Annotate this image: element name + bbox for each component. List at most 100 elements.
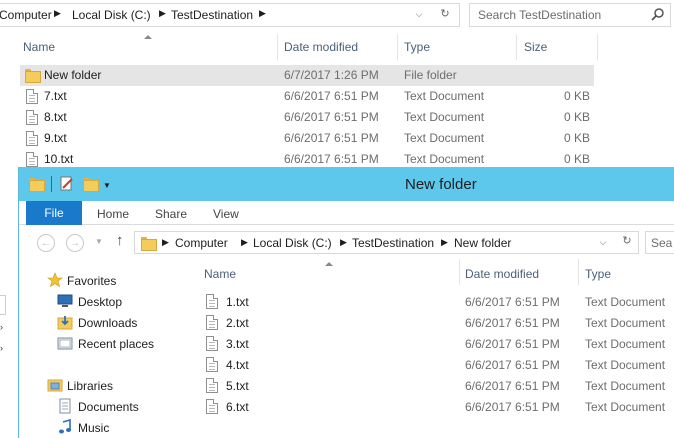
back-arrow-icon[interactable]: ← xyxy=(37,234,55,252)
file-date: 6/6/2017 6:51 PM xyxy=(465,379,560,393)
address-dropdown-icon[interactable]: ⌵ xyxy=(411,9,427,25)
toolbar-separator xyxy=(51,176,52,192)
column-divider[interactable] xyxy=(597,34,598,60)
front-row-4[interactable]: 4.txt 6/6/2017 6:51 PM Text Document xyxy=(201,355,674,376)
sort-ascending-icon xyxy=(325,262,333,266)
documents-icon xyxy=(59,398,71,414)
back-row-8[interactable]: 8.txt 6/6/2017 6:51 PM Text Document 0 K… xyxy=(20,107,594,128)
file-date: 6/6/2017 6:51 PM xyxy=(465,358,560,372)
breadcrumb-separator-icon[interactable]: ▶ xyxy=(241,237,248,248)
nav-music[interactable]: Music xyxy=(78,421,109,435)
new-folder-icon[interactable] xyxy=(83,178,99,192)
front-search-box[interactable]: Sea xyxy=(645,231,674,254)
breadcrumb-separator-icon[interactable]: ▶ xyxy=(259,8,266,19)
file-date: 6/6/2017 6:51 PM xyxy=(465,316,560,330)
back-column-size[interactable]: Size xyxy=(524,40,547,60)
front-row-1[interactable]: 1.txt 6/6/2017 6:51 PM Text Document xyxy=(201,292,674,313)
file-type: Text Document xyxy=(585,316,666,330)
front-column-type[interactable]: Type xyxy=(585,267,611,281)
up-arrow-icon[interactable]: ↑ xyxy=(116,232,124,249)
file-size: 0 KB xyxy=(563,131,590,145)
nav-desktop[interactable]: Desktop xyxy=(78,295,122,309)
column-divider[interactable] xyxy=(277,34,278,60)
file-name: 4.txt xyxy=(226,358,249,372)
breadcrumb-separator-icon[interactable]: ▶ xyxy=(159,8,166,19)
file-name: 6.txt xyxy=(226,400,249,414)
file-name: 3.txt xyxy=(226,337,249,351)
front-breadcrumb-computer[interactable]: Computer xyxy=(175,236,228,250)
nav-downloads[interactable]: Downloads xyxy=(78,316,137,330)
tab-file[interactable]: File xyxy=(26,201,82,225)
front-column-date-modified[interactable]: Date modified xyxy=(465,267,539,281)
front-row-6[interactable]: 6.txt 6/6/2017 6:51 PM Text Document xyxy=(201,397,674,418)
breadcrumb-separator-icon[interactable]: ▶ xyxy=(340,237,347,248)
front-column-name[interactable]: Name xyxy=(204,267,236,281)
refresh-icon[interactable]: ↻ xyxy=(619,234,635,250)
front-row-5[interactable]: 5.txt 6/6/2017 6:51 PM Text Document xyxy=(201,376,674,397)
breadcrumb-separator-icon[interactable]: ▶ xyxy=(441,237,448,248)
nav-libraries[interactable]: Libraries xyxy=(67,379,113,393)
breadcrumb-separator-icon[interactable]: ▶ xyxy=(54,8,61,19)
front-breadcrumb-local-disk[interactable]: Local Disk (C:) xyxy=(253,236,332,250)
file-type: Text Document xyxy=(585,379,666,393)
front-address-bar[interactable]: ▶ Computer ▶ Local Disk (C:) ▶ TestDesti… xyxy=(134,231,639,254)
search-icon[interactable] xyxy=(650,7,666,23)
properties-icon[interactable] xyxy=(59,176,75,192)
back-row-7[interactable]: 7.txt 6/6/2017 6:51 PM Text Document 0 K… xyxy=(20,86,594,107)
column-divider[interactable] xyxy=(516,34,517,60)
customize-toolbar-dropdown-icon[interactable]: ▼ xyxy=(103,181,111,190)
title-bar[interactable]: ▼ New folder xyxy=(19,167,674,201)
file-name: 2.txt xyxy=(226,316,249,330)
text-file-icon xyxy=(206,315,218,330)
file-name: 5.txt xyxy=(226,379,249,393)
file-date: 6/6/2017 6:51 PM xyxy=(284,110,379,124)
file-type: Text Document xyxy=(585,337,666,351)
recent-locations-dropdown-icon[interactable]: ▼ xyxy=(95,237,103,246)
forward-arrow-icon[interactable]: → xyxy=(66,234,84,252)
file-date: 6/6/2017 6:51 PM xyxy=(465,295,560,309)
front-row-2[interactable]: 2.txt 6/6/2017 6:51 PM Text Document xyxy=(201,313,674,334)
back-address-bar[interactable]: Computer ▶ Local Disk (C:) ▶ TestDestina… xyxy=(0,3,460,27)
column-divider[interactable] xyxy=(397,34,398,60)
back-search-box[interactable]: Search TestDestination xyxy=(469,3,671,27)
window-folder-icon[interactable] xyxy=(29,178,45,192)
back-breadcrumb-local-disk[interactable]: Local Disk (C:) xyxy=(72,8,151,22)
back-column-type[interactable]: Type xyxy=(404,40,430,60)
back-row-9[interactable]: 9.txt 6/6/2017 6:51 PM Text Document 0 K… xyxy=(20,128,594,149)
text-file-icon xyxy=(206,294,218,309)
column-divider[interactable] xyxy=(578,259,579,285)
back-row-new-folder[interactable]: New folder 6/7/2017 1:26 PM File folder xyxy=(20,65,594,86)
file-date: 6/7/2017 1:26 PM xyxy=(284,68,379,82)
column-divider[interactable] xyxy=(459,259,460,285)
edge-expander-icon: › xyxy=(0,322,3,332)
text-file-icon xyxy=(206,357,218,372)
front-search-placeholder: Sea xyxy=(651,236,673,250)
music-icon xyxy=(59,419,71,434)
back-breadcrumb-computer[interactable]: Computer xyxy=(0,8,52,22)
front-breadcrumb-new-folder[interactable]: New folder xyxy=(454,236,511,250)
back-breadcrumb-testdestination[interactable]: TestDestination xyxy=(171,8,253,22)
nav-documents[interactable]: Documents xyxy=(78,400,139,414)
folder-icon xyxy=(25,69,41,83)
breadcrumb-separator-icon[interactable]: ▶ xyxy=(162,237,169,248)
desktop-icon xyxy=(57,294,73,307)
back-search-placeholder: Search TestDestination xyxy=(478,8,602,22)
file-type: Text Document xyxy=(585,358,666,372)
file-name: 1.txt xyxy=(226,295,249,309)
tab-share[interactable]: Share xyxy=(155,207,187,221)
downloads-icon xyxy=(57,316,73,330)
front-explorer-window: ▼ New folder File Home Share View ← → ▼ … xyxy=(18,167,674,438)
nav-recent-places[interactable]: Recent places xyxy=(78,337,154,351)
nav-favorites[interactable]: Favorites xyxy=(67,274,116,288)
tab-home[interactable]: Home xyxy=(97,207,129,221)
front-row-3[interactable]: 3.txt 6/6/2017 6:51 PM Text Document xyxy=(201,334,674,355)
file-name: 9.txt xyxy=(44,131,67,145)
ribbon-tabs: File Home Share View xyxy=(19,201,674,225)
address-dropdown-icon[interactable]: ⌵ xyxy=(595,237,611,253)
front-breadcrumb-testdestination[interactable]: TestDestination xyxy=(352,236,434,250)
file-type: Text Document xyxy=(404,89,485,103)
tab-view[interactable]: View xyxy=(213,207,239,221)
back-column-date-modified[interactable]: Date modified xyxy=(284,40,358,60)
refresh-icon[interactable]: ↻ xyxy=(437,7,453,23)
back-column-name[interactable]: Name xyxy=(23,40,55,60)
